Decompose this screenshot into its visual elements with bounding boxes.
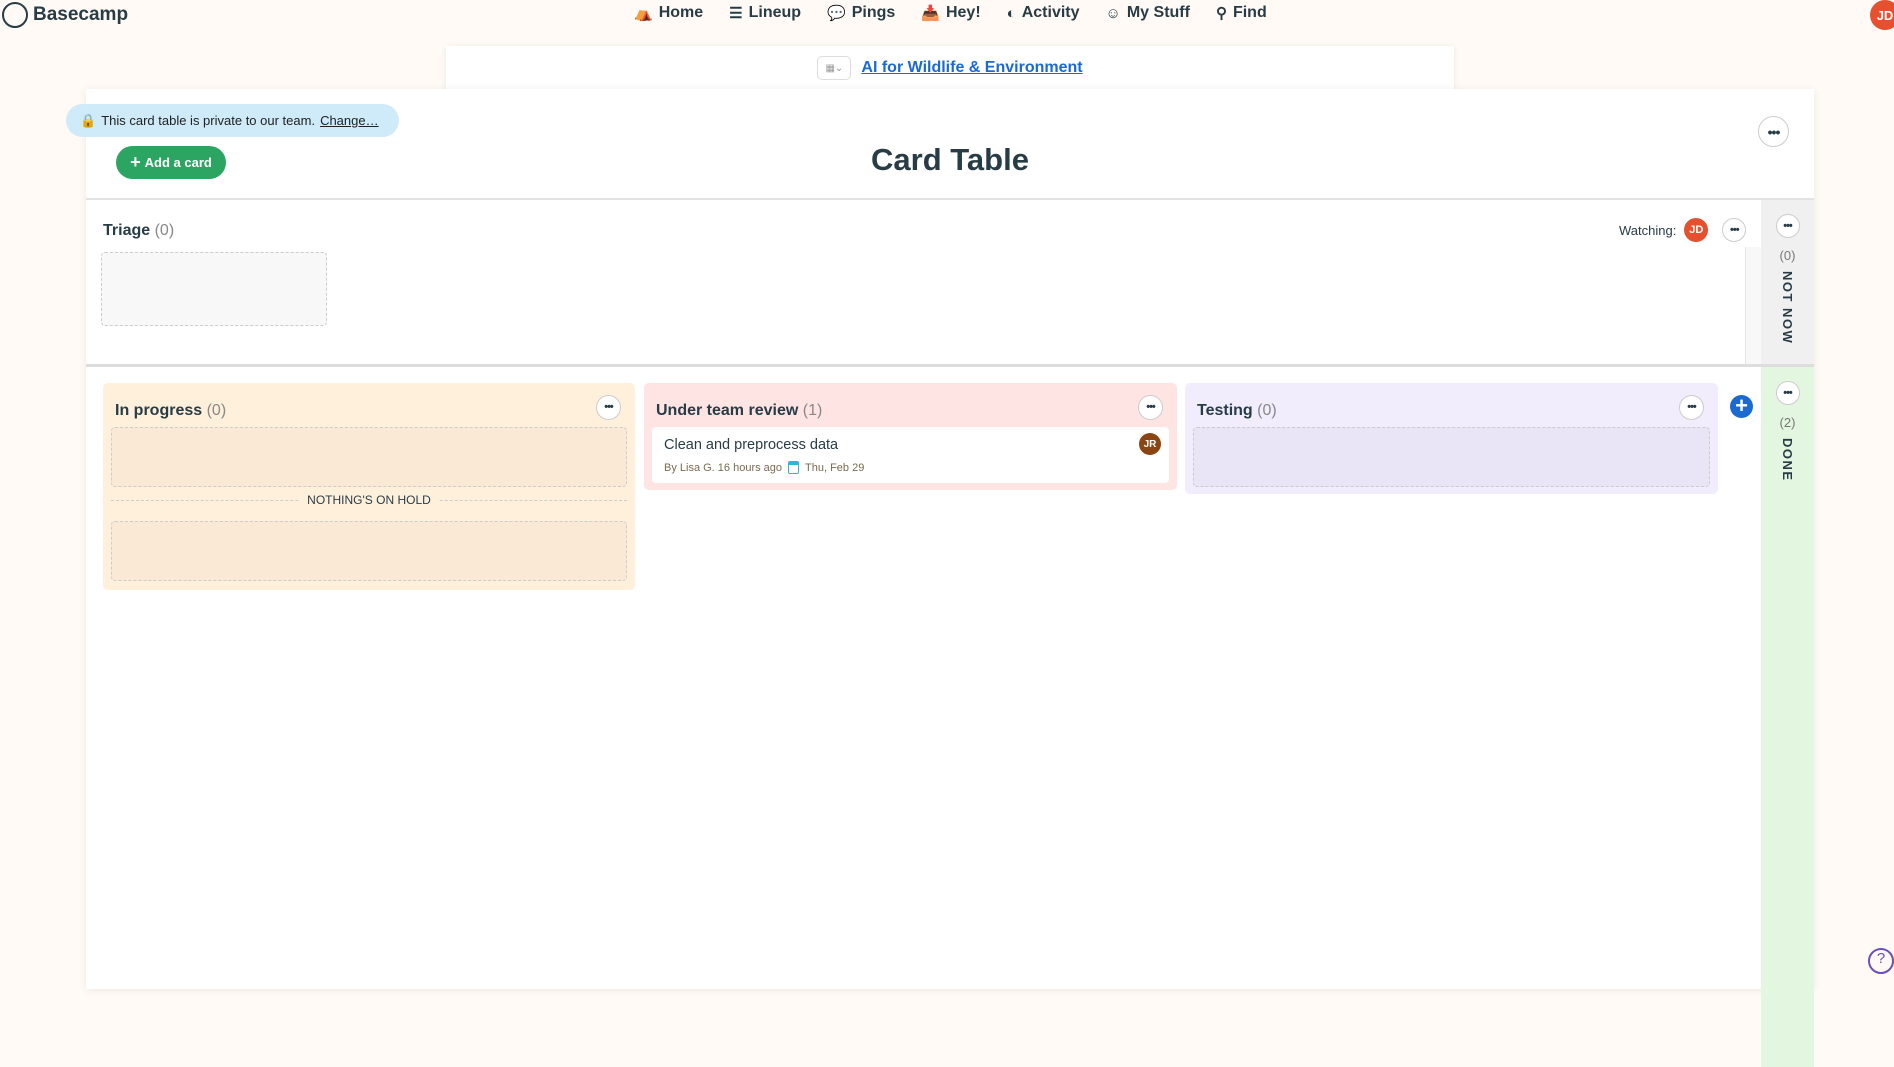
brand-name: Basecamp [33,4,129,25]
pings-icon: 💬 [827,5,846,22]
nav-home[interactable]: ⛺ Home [634,4,703,22]
column-title: Testing [1197,402,1253,419]
calendar-icon [788,461,800,474]
column-dropzone [111,427,627,487]
column-title: In progress [115,402,203,419]
nav-activity[interactable]: ◐ Activity [1007,4,1080,22]
card[interactable]: Clean and preprocess data By Lisa G. 16 … [652,427,1169,483]
not-now-label: NOT NOW [1780,271,1795,345]
nav-lineup[interactable]: ☰ Lineup [729,4,801,22]
add-column-button[interactable]: + [1730,395,1753,418]
nav-label: Activity [1021,4,1080,21]
done-column[interactable]: ••• (2) DONE [1761,367,1814,1067]
brand-logo[interactable]: Basecamp [2,2,128,28]
watching-label: Watching: [1619,222,1677,238]
nav-my-stuff[interactable]: ☺ My Stuff [1106,4,1190,22]
card-table-panel: ••• Triage (0) Watching: JD ••• ••• (0) … [86,89,1814,1067]
home-icon: ⛺ [634,5,653,22]
basecamp-logo-icon [2,2,28,28]
triage-menu-button[interactable]: ••• [1722,218,1747,242]
card-due-date: Thu, Feb 29 [805,461,865,474]
plus-icon: + [1735,393,1748,418]
scrollbar[interactable] [1745,247,1761,365]
user-avatar[interactable]: JD [1870,0,1894,30]
grid-icon: ▦ [825,62,835,74]
watching: Watching: JD ••• [1619,218,1747,242]
page-title: Card Table [871,142,1029,177]
nav-label: Hey! [945,4,981,21]
column-count: (1) [802,402,823,419]
column-header: Under team review (1) [656,402,822,420]
column-menu-button[interactable]: ••• [596,395,621,420]
nav-label: My Stuff [1126,4,1190,21]
search-icon: ⚲ [1215,5,1227,22]
card-author: By Lisa G. 16 hours ago [664,461,783,474]
nav-label: Lineup [748,4,802,21]
nav-label: Home [658,4,704,21]
column-under-team-review: Under team review (1) ••• Clean and prep… [644,383,1177,490]
on-hold-dropzone [111,521,627,581]
on-hold-text: NOTHING'S ON HOLD [299,493,439,507]
on-hold-label: NOTHING'S ON HOLD [103,493,635,507]
column-title: Under team review [656,402,799,419]
project-header: ▦ ⌄ AI for Wildlife & Environment [446,46,1454,90]
triage-dropzone [101,252,327,326]
column-in-progress: In progress (0) ••• NOTHING'S ON HOLD [103,383,635,590]
triage-header: Triage (0) [103,222,174,240]
column-header: Testing (0) [1197,402,1277,420]
help-icon: ? [1876,950,1886,967]
hey-icon: 📥 [921,5,940,22]
help-button[interactable]: ? [1868,948,1894,974]
done-label: DONE [1780,438,1795,482]
smiley-icon: ☺ [1105,4,1121,22]
nav-label: Find [1232,4,1267,21]
done-count: (2) [1779,415,1796,430]
nav-pings[interactable]: 💬 Pings [827,4,895,22]
column-count: (0) [206,402,227,419]
nav-hey[interactable]: 📥 Hey! [921,4,980,22]
column-menu-button[interactable]: ••• [1138,395,1163,420]
lineup-icon: ☰ [729,5,743,22]
column-menu-button[interactable]: ••• [1679,395,1704,420]
triage-title: Triage [103,222,151,239]
divider [86,364,1814,367]
card-meta: By Lisa G. 16 hours ago Thu, Feb 29 [664,461,864,474]
not-now-column[interactable]: ••• (0) NOT NOW [1761,200,1814,365]
assignee-avatar[interactable]: JR [1139,433,1161,455]
privacy-text: This card table is private to our team. [101,113,316,128]
column-header: In progress (0) [115,402,226,420]
watcher-avatar[interactable]: JD [1684,218,1709,242]
done-menu-button[interactable]: ••• [1775,381,1800,405]
change-privacy-link[interactable]: Change… [320,113,379,128]
nav-label: Pings [851,4,896,21]
project-link[interactable]: AI for Wildlife & Environment [861,59,1082,77]
not-now-menu-button[interactable]: ••• [1775,214,1800,238]
nav-find[interactable]: ⚲ Find [1216,4,1267,22]
lock-icon: 🔒 [80,112,97,128]
chevron-down-icon: ⌄ [834,62,844,74]
not-now-count: (0) [1779,248,1796,263]
column-count: (0) [1257,402,1277,419]
activity-icon: ◐ [1006,4,1016,22]
privacy-notice: 🔒 This card table is private to our team.… [66,104,399,137]
triage-count: (0) [154,222,175,239]
column-dropzone [1193,427,1710,487]
project-switcher-button[interactable]: ▦ ⌄ [817,56,852,80]
divider [86,198,1814,200]
card-title[interactable]: Clean and preprocess data [664,437,838,453]
top-nav: Basecamp ⛺ Home ☰ Lineup 💬 Pings 📥 Hey! ◐ Act… [0,0,1894,30]
column-testing: Testing (0) ••• [1185,383,1718,494]
